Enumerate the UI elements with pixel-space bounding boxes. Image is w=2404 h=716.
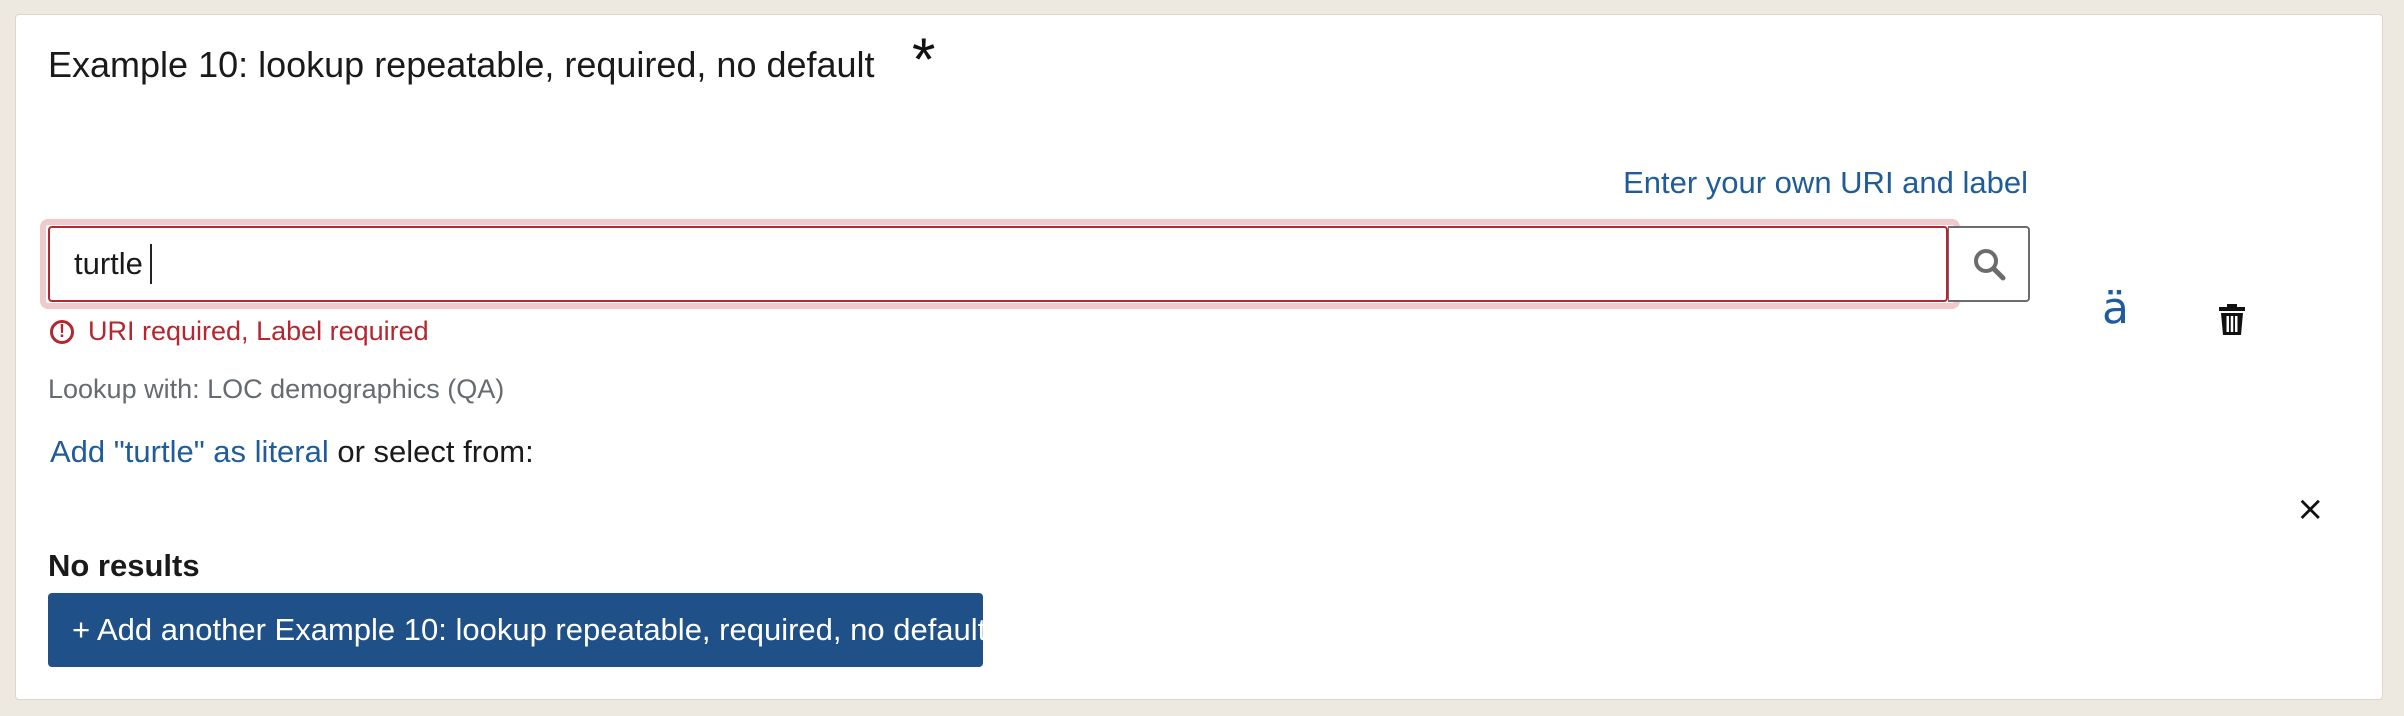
no-results-label: No results	[48, 548, 200, 583]
literal-option-row: Add "turtle" as literal or select from:	[50, 434, 534, 470]
required-marker: *	[912, 26, 936, 93]
trash-icon[interactable]	[2218, 304, 2246, 341]
close-icon[interactable]: ×	[2296, 492, 2325, 526]
select-from-text: or select from:	[328, 434, 534, 469]
language-button[interactable]: ä	[2102, 283, 2129, 334]
search-button[interactable]	[1948, 226, 2030, 302]
error-message: URI required, Label required	[88, 316, 429, 346]
lookup-input[interactable]	[48, 226, 1948, 302]
add-another-button[interactable]: + Add another Example 10: lookup repeata…	[48, 593, 986, 667]
search-icon	[1973, 249, 2005, 281]
add-literal-link[interactable]: Add "turtle" as literal	[50, 434, 329, 469]
field-title: Example 10: lookup repeatable, required,…	[48, 44, 875, 85]
lookup-source-note: Lookup with: LOC demographics (QA)	[48, 374, 505, 404]
enter-own-uri-link[interactable]: Enter your own URI and label	[1623, 165, 2028, 201]
validation-error: ! URI required, Label required	[50, 316, 429, 347]
text-caret	[150, 244, 152, 284]
error-icon: !	[50, 319, 74, 344]
